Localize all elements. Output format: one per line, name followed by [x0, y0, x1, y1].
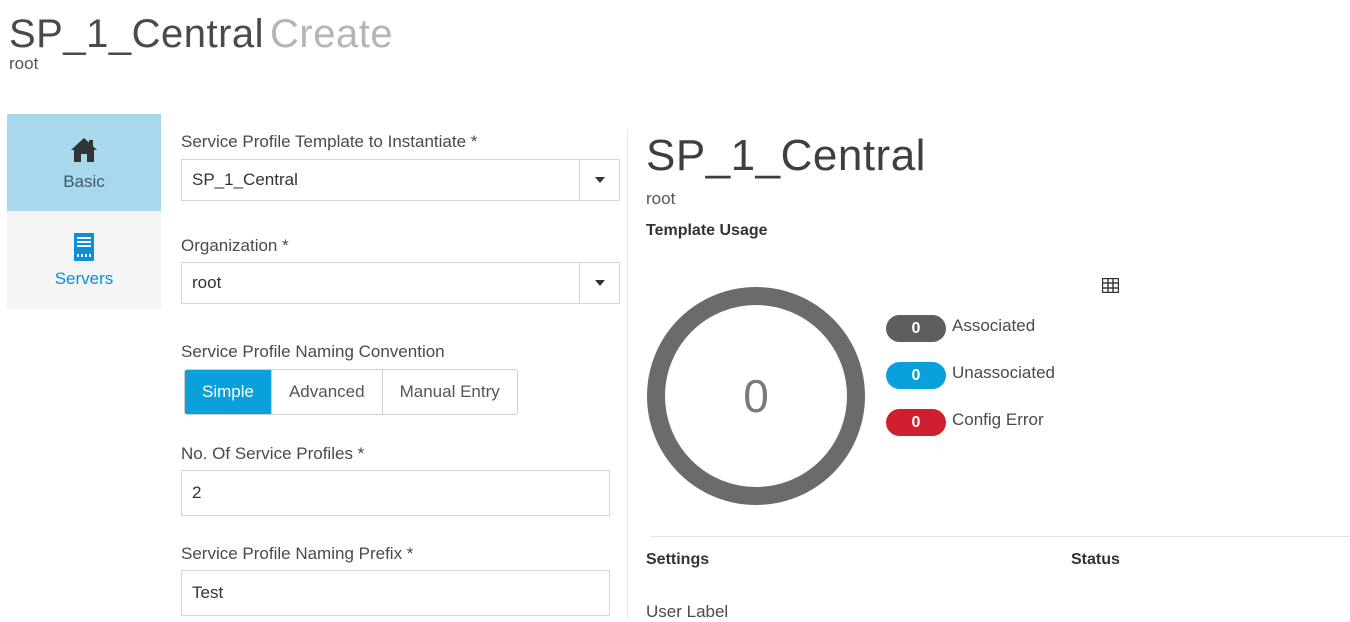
unassociated-count-badge: 0 [886, 362, 946, 389]
legend-label: Associated [952, 315, 1036, 335]
sidebar-item-label: Servers [54, 269, 114, 288]
organization-select-value: root [192, 273, 222, 292]
donut-total: 0 [743, 370, 769, 422]
settings-column-header: Settings [646, 551, 710, 568]
naming-prefix-label: Service Profile Naming Prefix * [181, 544, 414, 563]
panel-divider [627, 130, 628, 618]
page-title-name: SP_1_Central [9, 12, 265, 56]
template-usage-heading: Template Usage [646, 222, 768, 239]
naming-prefix-input[interactable]: Test [181, 570, 610, 616]
organization-label: Organization * [181, 236, 289, 255]
service-profile-count-label: No. Of Service Profiles * [181, 444, 365, 463]
legend-label: Unassociated [952, 362, 1056, 382]
naming-convention-label: Service Profile Naming Convention [181, 342, 445, 361]
section-divider [650, 536, 1350, 537]
home-icon [69, 134, 99, 166]
naming-option-simple[interactable]: Simple [185, 370, 272, 414]
page-title: SP_1_Central Create [9, 10, 393, 58]
template-select-value: SP_1_Central [192, 170, 298, 189]
table-view-icon[interactable] [1101, 277, 1120, 298]
caret-down-icon[interactable] [579, 160, 619, 200]
caret-down-icon[interactable] [579, 263, 619, 303]
summary-title: SP_1_Central [646, 131, 926, 180]
server-icon [73, 231, 95, 263]
legend-unassociated: 0 Unassociated [886, 362, 1055, 389]
legend-associated: 0 Associated [886, 315, 1035, 342]
service-profile-count-input[interactable]: 2 [181, 470, 610, 516]
user-label-row: User Label [646, 602, 729, 621]
legend-config-error: 0 Config Error [886, 409, 1044, 436]
page-header: SP_1_Central Create root [9, 10, 393, 74]
template-select[interactable]: SP_1_Central [181, 159, 620, 201]
sidebar-item-servers[interactable]: Servers [7, 211, 161, 309]
template-label: Service Profile Template to Instantiate … [181, 132, 478, 151]
sidebar-item-label: Basic [63, 171, 105, 191]
summary-org: root [646, 189, 676, 208]
associated-count-badge: 0 [886, 315, 946, 342]
naming-convention-toggle: Simple Advanced Manual Entry [184, 369, 518, 415]
sidebar-item-basic[interactable]: Basic [7, 114, 161, 211]
organization-select[interactable]: root [181, 262, 620, 304]
sidebar: Basic Servers [7, 114, 161, 309]
page-title-action: Create [270, 12, 394, 56]
config-error-count-badge: 0 [886, 409, 946, 436]
status-column-header: Status [1071, 551, 1120, 568]
legend-label: Config Error [952, 409, 1044, 429]
naming-option-manual-entry[interactable]: Manual Entry [382, 370, 517, 414]
naming-option-advanced[interactable]: Advanced [271, 370, 383, 414]
